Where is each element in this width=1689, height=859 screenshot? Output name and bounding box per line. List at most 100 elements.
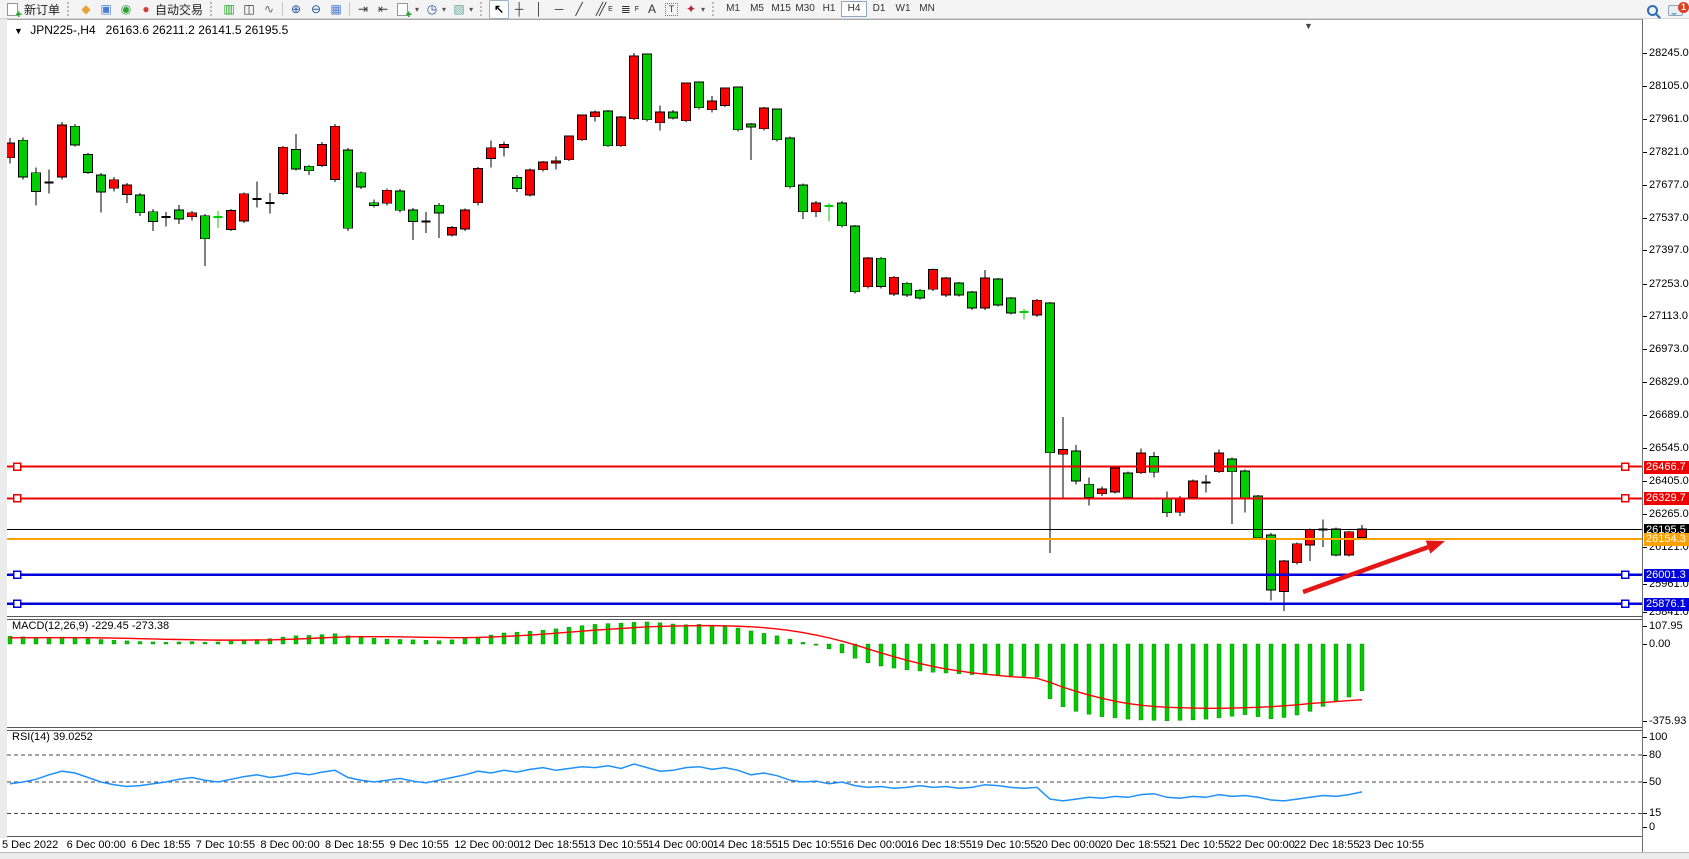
- fibonacci-button[interactable]: ≣F: [616, 1, 642, 18]
- price-badge: 26154.3: [1644, 533, 1689, 546]
- line-handle[interactable]: [14, 495, 21, 502]
- dropdown-caret-icon[interactable]: ▾: [701, 5, 705, 14]
- cursor-icon: ↖: [492, 2, 506, 17]
- price-axis[interactable]: 28245.028105.027961.027821.027677.027537…: [1642, 19, 1689, 852]
- fibonacci-icon: ≣: [619, 2, 633, 17]
- candle-body: [1098, 489, 1107, 494]
- line-chart-icon: ∿: [262, 2, 276, 17]
- toolbar-grip[interactable]: [67, 2, 72, 16]
- tf-mn-button[interactable]: MN: [915, 2, 939, 16]
- candle-body: [448, 227, 457, 234]
- candle-body: [123, 185, 132, 195]
- macd-histogram-bar: [1035, 644, 1039, 677]
- main-price-chart[interactable]: [7, 38, 1642, 616]
- rsi-indicator-pane[interactable]: [7, 730, 1642, 836]
- profile-button[interactable]: ▣: [96, 1, 116, 18]
- new-chart-button[interactable]: ▾: [393, 1, 422, 18]
- auto-trading-button[interactable]: ●自动交易: [136, 1, 206, 18]
- toolbar-grip[interactable]: [210, 2, 215, 16]
- macd-histogram-bar: [99, 640, 103, 644]
- chart-title: ▼ JPN225-,H4 26163.6 26211.2 26141.5 261…: [14, 23, 288, 37]
- macd-histogram-bar: [983, 644, 987, 674]
- dropdown-caret-icon[interactable]: ▾: [442, 5, 446, 14]
- candle-body: [461, 210, 470, 229]
- tf-d1-button[interactable]: D1: [867, 2, 891, 16]
- dropdown-caret-icon[interactable]: ▾: [415, 5, 419, 14]
- macd-histogram-bar: [125, 641, 129, 644]
- tf-m5-button[interactable]: M5: [745, 2, 769, 16]
- zoom-in-icon: ⊕: [289, 2, 303, 17]
- macd-histogram-bar: [515, 632, 519, 644]
- macd-histogram-bar: [918, 644, 922, 671]
- zoom-in-button[interactable]: ⊕: [286, 1, 306, 18]
- candle-body: [1241, 471, 1250, 498]
- line-handle[interactable]: [14, 463, 21, 470]
- macd-histogram-bar: [554, 629, 558, 644]
- candle-body: [331, 126, 340, 179]
- macd-histogram-bar: [1269, 644, 1273, 719]
- arrows-button[interactable]: ✦▾: [681, 1, 708, 18]
- tile-windows-button[interactable]: ▦: [326, 1, 346, 18]
- bar-chart-button[interactable]: ▥: [219, 1, 239, 18]
- time-axis-label: 12 Dec 18:55: [519, 839, 584, 851]
- candle-body: [1059, 450, 1068, 455]
- market-watch-button[interactable]: ◆: [76, 1, 96, 18]
- time-axis[interactable]: 5 Dec 20226 Dec 00:006 Dec 18:557 Dec 10…: [0, 838, 1689, 852]
- hline-button[interactable]: ─: [549, 1, 569, 18]
- cursor-button[interactable]: ↖: [489, 0, 509, 19]
- line-handle[interactable]: [14, 571, 21, 578]
- toolbar-grip[interactable]: [480, 2, 485, 16]
- tf-w1-button[interactable]: W1: [891, 2, 915, 16]
- price-axis-label: 26689.0: [1649, 409, 1689, 421]
- macd-histogram-bar: [320, 635, 324, 644]
- signals-button[interactable]: ◉: [116, 1, 136, 18]
- text-label-button[interactable]: T: [662, 1, 681, 18]
- line-handle[interactable]: [1622, 495, 1629, 502]
- trend-arrow-line[interactable]: [1303, 547, 1428, 592]
- price-badge: 26001.3: [1644, 569, 1689, 582]
- dropdown-caret-icon[interactable]: ▾: [469, 5, 473, 14]
- macd-histogram-bar: [73, 638, 77, 644]
- macd-indicator-pane[interactable]: [7, 619, 1642, 727]
- line-handle[interactable]: [1622, 463, 1629, 470]
- tf-m15-button[interactable]: M15: [769, 2, 793, 16]
- period-button[interactable]: ◷▾: [422, 1, 449, 18]
- line-handle[interactable]: [14, 600, 21, 607]
- line-handle[interactable]: [1622, 571, 1629, 578]
- macd-axis-label: 0.00: [1649, 638, 1670, 650]
- search-button[interactable]: [1643, 1, 1665, 18]
- candle-body: [513, 177, 522, 188]
- auto-scroll-button[interactable]: ⇥: [353, 1, 373, 18]
- chat-button[interactable]: 1: [1665, 1, 1686, 18]
- candle-chart-button[interactable]: ◫: [239, 1, 259, 18]
- chart-shift-marker[interactable]: ▼: [1304, 21, 1313, 31]
- macd-histogram-bar: [86, 639, 90, 644]
- channel-button[interactable]: ╱╱E: [589, 1, 616, 18]
- tf-h4-button[interactable]: H4: [841, 1, 867, 17]
- line-handle[interactable]: [1622, 600, 1629, 607]
- text-button[interactable]: A: [642, 1, 662, 18]
- candle-body: [565, 136, 574, 160]
- toolbar-separator: [349, 2, 350, 16]
- chart-shift-button[interactable]: ⇤: [373, 1, 393, 18]
- period-icon: ◷: [425, 2, 439, 17]
- macd-histogram-bar: [1152, 644, 1156, 720]
- tf-m30-button[interactable]: M30: [793, 2, 817, 16]
- macd-histogram-bar: [216, 642, 220, 644]
- zoom-out-button[interactable]: ⊖: [306, 1, 326, 18]
- crosshair-button[interactable]: ┼: [509, 1, 529, 18]
- templates-button[interactable]: ▧▾: [449, 1, 476, 18]
- symbol-dropdown-icon[interactable]: ▼: [14, 26, 23, 36]
- candle-body: [526, 170, 535, 195]
- trend-arrow-head[interactable]: [1426, 540, 1445, 553]
- trendline-button[interactable]: ╱: [569, 1, 589, 18]
- line-chart-button[interactable]: ∿: [259, 1, 279, 18]
- macd-histogram-bar: [1321, 644, 1325, 706]
- toolbar-grip[interactable]: [712, 2, 717, 16]
- macd-histogram-bar: [996, 644, 1000, 675]
- macd-histogram-bar: [775, 636, 779, 644]
- vline-button[interactable]: │: [529, 1, 549, 18]
- tf-h1-button[interactable]: H1: [817, 2, 841, 16]
- new-order-button[interactable]: 新订单: [3, 1, 63, 18]
- tf-m1-button[interactable]: M1: [721, 2, 745, 16]
